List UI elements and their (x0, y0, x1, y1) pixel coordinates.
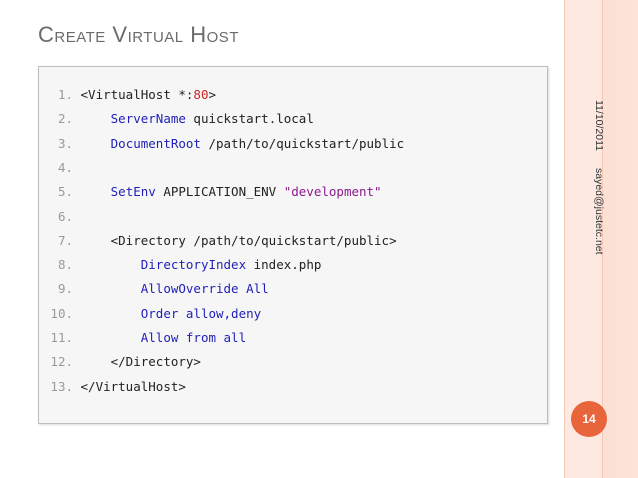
code-token: AllowOverride All (140, 281, 269, 297)
code-token: "development" (283, 184, 382, 200)
slide-title: Create Virtual Host (38, 22, 239, 47)
code-token: /path/to/quickstart/public (200, 135, 405, 151)
code-line: 11. Allow from all (39, 328, 246, 348)
line-number: 4. (57, 159, 73, 175)
code-token: APPLICATION_ENV (155, 184, 284, 200)
line-number: 1. (57, 87, 73, 102)
code-line: 2. ServerName quickstart.local (39, 109, 314, 129)
code-line: 3. DocumentRoot /path/to/quickstart/publ… (39, 134, 404, 154)
code-token: index.php (246, 257, 322, 273)
code-token: </VirtualHost> (80, 378, 186, 394)
line-number: 6. (57, 208, 73, 224)
code-token: </Directory> (80, 354, 201, 370)
line-number: 2. (57, 111, 73, 127)
code-line: 4. (39, 158, 81, 178)
code-token: ServerName (110, 111, 186, 127)
code-line: 7. <Directory /path/to/quickstart/public… (39, 231, 397, 251)
page-number-badge: 14 (571, 401, 607, 437)
line-number: 11. (50, 330, 73, 345)
code-token: quickstart.local (185, 111, 314, 127)
code-token: <VirtualHost *: (80, 87, 194, 102)
code-line: 6. (39, 207, 81, 227)
code-panel: 1. <VirtualHost *:80> 2. ServerName quick… (38, 66, 548, 424)
line-number: 10. (50, 305, 73, 321)
code-line: 12. </Directory> (39, 352, 201, 372)
line-number: 8. (57, 257, 73, 273)
code-token: 80 (193, 87, 209, 102)
code-token: SetEnv (110, 184, 156, 200)
code-line: 5. SetEnv APPLICATION_ENV "development" (39, 182, 382, 202)
code-token: Allow from all (140, 330, 247, 345)
code-line: 9. AllowOverride All (39, 279, 269, 299)
line-number: 3. (57, 135, 73, 151)
code-token: DocumentRoot (110, 135, 201, 151)
line-number: 12. (50, 354, 73, 370)
author-email: sayed@justetc.net (593, 168, 605, 255)
code-line: 10. Order allow,deny (39, 304, 261, 324)
slide-date: 11/10/2011 (593, 100, 605, 151)
line-number: 5. (57, 184, 73, 200)
line-number: 9. (57, 281, 73, 297)
code-line: 13. </VirtualHost> (39, 377, 186, 397)
code-token: <Directory /path/to/quickstart/public> (80, 232, 397, 248)
line-number: 13. (50, 378, 73, 394)
code-token: Order allow,deny (140, 305, 262, 321)
stripe-divider-left (564, 0, 565, 478)
code-token: DirectoryIndex (140, 257, 247, 273)
line-number: 7. (57, 232, 73, 248)
code-line: 1. <VirtualHost *:80> (39, 85, 216, 105)
code-token: > (208, 87, 217, 102)
code-line: 8. DirectoryIndex index.php (39, 255, 321, 275)
